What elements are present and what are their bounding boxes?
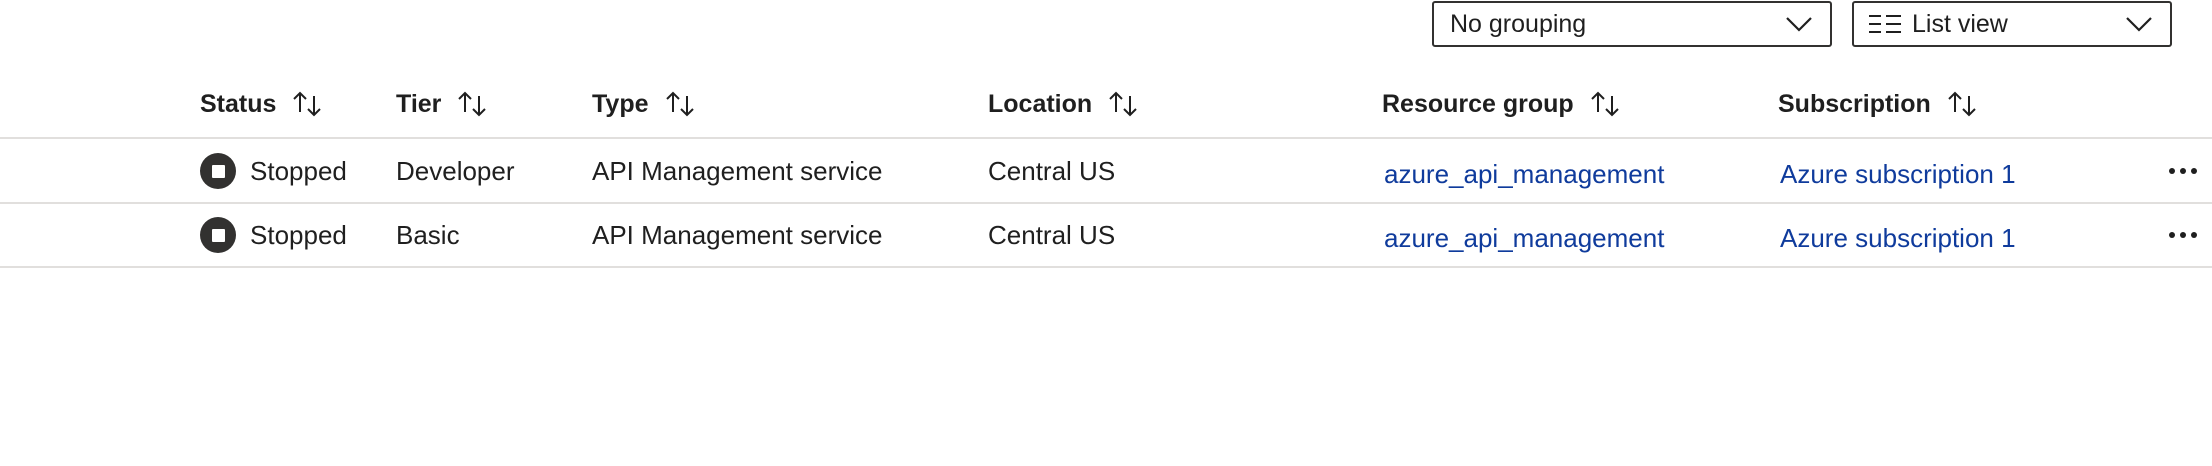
chevron-down-icon	[1784, 14, 1814, 34]
table-row[interactable]: Stopped Basic API Management service Cen…	[0, 204, 2212, 266]
more-options-icon[interactable]	[2160, 140, 2206, 202]
column-header-label: Status	[200, 89, 277, 118]
stopped-icon	[200, 217, 236, 253]
location-cell: Central US	[988, 155, 1116, 186]
column-header-label: Location	[988, 89, 1093, 118]
sort-icon	[290, 89, 326, 119]
header-divider	[0, 137, 2212, 139]
sort-icon	[1588, 89, 1624, 119]
type-cell: API Management service	[592, 155, 883, 186]
column-header-tier[interactable]: Tier	[396, 84, 491, 124]
sort-icon	[1945, 89, 1981, 119]
column-header-label: Type	[592, 89, 649, 118]
chevron-down-icon	[2124, 14, 2154, 34]
status-text: Stopped	[250, 219, 347, 250]
table-row[interactable]: Stopped Developer API Management service…	[0, 140, 2212, 202]
column-header-subscription[interactable]: Subscription	[1778, 84, 1981, 124]
type-cell: API Management service	[592, 219, 883, 250]
more-options-icon[interactable]	[2160, 204, 2206, 266]
resource-group-link[interactable]: azure_api_management	[1384, 143, 1664, 205]
status-cell: Stopped	[200, 204, 347, 266]
list-view-icon	[1868, 12, 1906, 36]
column-header-type[interactable]: Type	[592, 84, 699, 124]
row-divider	[0, 266, 2212, 268]
status-text: Stopped	[250, 155, 347, 186]
column-header-status[interactable]: Status	[200, 84, 326, 124]
location-cell: Central US	[988, 219, 1116, 250]
column-header-label: Tier	[396, 89, 442, 118]
sort-icon	[663, 89, 699, 119]
view-dropdown[interactable]: List view	[1852, 1, 2172, 47]
stopped-icon	[200, 153, 236, 189]
column-header-label: Resource group	[1382, 89, 1574, 118]
column-header-label: Subscription	[1778, 89, 1931, 118]
column-header-resource-group[interactable]: Resource group	[1382, 84, 1624, 124]
resource-list-view: No grouping List view Status Tier Type L…	[0, 0, 2212, 466]
view-dropdown-value: List view	[1912, 9, 2008, 38]
grouping-dropdown[interactable]: No grouping	[1432, 1, 1832, 47]
subscription-link[interactable]: Azure subscription 1	[1780, 143, 2016, 205]
subscription-link[interactable]: Azure subscription 1	[1780, 207, 2016, 269]
status-cell: Stopped	[200, 140, 347, 202]
resource-group-link[interactable]: azure_api_management	[1384, 207, 1664, 269]
tier-cell: Basic	[396, 219, 460, 250]
sort-icon	[1106, 89, 1142, 119]
tier-cell: Developer	[396, 155, 515, 186]
sort-icon	[455, 89, 491, 119]
column-header-location[interactable]: Location	[988, 84, 1142, 124]
grouping-dropdown-value: No grouping	[1450, 9, 1587, 38]
